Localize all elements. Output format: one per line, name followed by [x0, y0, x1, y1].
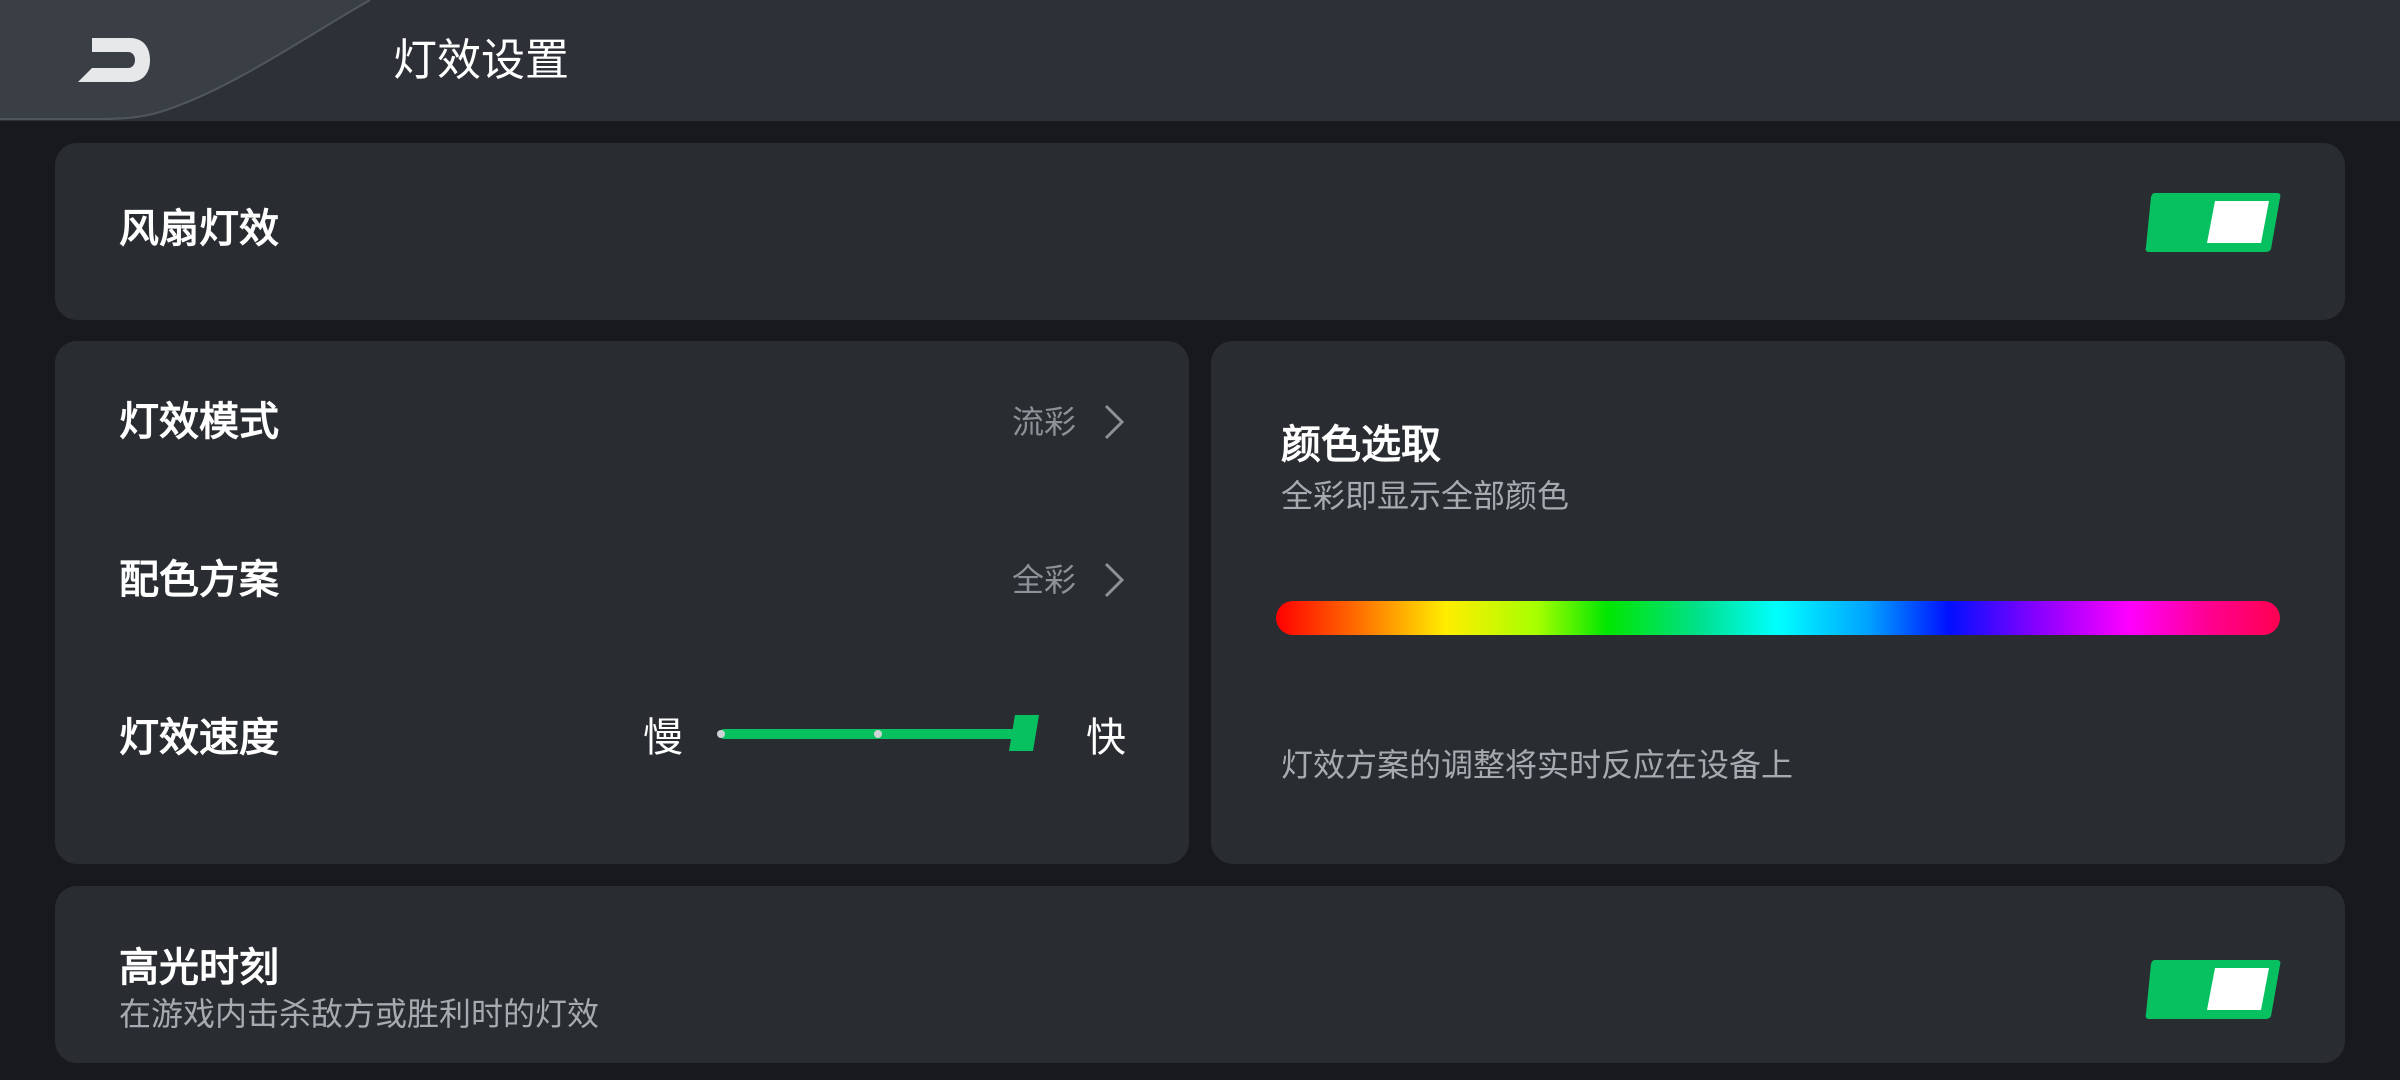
mode-value: 流彩	[1012, 403, 1077, 441]
toggle-knob	[2207, 201, 2269, 243]
color-pick-subtitle: 全彩即显示全部颜色	[1281, 477, 1570, 515]
chevron-right-icon	[1104, 404, 1125, 440]
color-spectrum-bar[interactable]	[1276, 601, 2280, 635]
fan-light-toggle[interactable]	[2145, 191, 2281, 253]
speed-fast-label: 快	[1086, 715, 1126, 761]
slider-track-fill	[719, 729, 1025, 739]
scheme-value: 全彩	[1012, 561, 1077, 599]
speed-slow-label: 慢	[643, 715, 683, 761]
light-settings-card: 灯效模式 流彩 配色方案 全彩 灯效速度 慢 快	[55, 341, 1189, 864]
back-area[interactable]	[0, 0, 380, 121]
slider-tick	[717, 730, 725, 738]
page-title: 灯效设置	[393, 35, 569, 86]
top-bar: 灯效设置	[0, 0, 2400, 121]
highlight-label: 高光时刻	[119, 945, 279, 991]
realtime-note: 灯效方案的调整将实时反应在设备上	[1281, 746, 1794, 784]
slider-tick	[874, 730, 882, 738]
color-pick-card: 颜色选取 全彩即显示全部颜色 灯效方案的调整将实时反应在设备上	[1211, 341, 2345, 864]
fan-light-label: 风扇灯效	[119, 206, 279, 252]
speed-slider[interactable]	[715, 713, 1045, 753]
fan-light-card: 风扇灯效	[55, 143, 2345, 320]
scheme-label: 配色方案	[119, 557, 279, 603]
highlight-moment-card: 高光时刻 在游戏内击杀敌方或胜利时的灯效	[55, 886, 2345, 1063]
chevron-right-icon	[1104, 562, 1125, 598]
back-tab-shape	[0, 0, 371, 120]
back-arrow-icon[interactable]	[72, 34, 154, 86]
slider-thumb[interactable]	[1009, 715, 1039, 751]
light-effect-settings-page: 灯效设置 风扇灯效 灯效模式 流彩 配色方案 全彩 灯效速度 慢 快 颜色选取 …	[0, 0, 2400, 1080]
speed-label: 灯效速度	[119, 715, 279, 761]
highlight-subtitle: 在游戏内击杀敌方或胜利时的灯效	[119, 995, 600, 1033]
highlight-toggle[interactable]	[2145, 958, 2281, 1020]
toggle-knob	[2207, 968, 2269, 1010]
mode-label: 灯效模式	[119, 399, 279, 445]
color-pick-title: 颜色选取	[1281, 422, 1441, 468]
